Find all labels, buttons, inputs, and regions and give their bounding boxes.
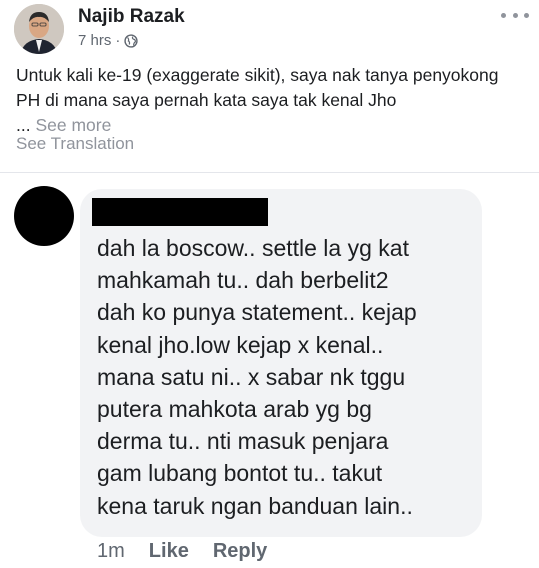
redacted-commenter-name [92,198,268,226]
like-button[interactable]: Like [149,540,189,563]
author-avatar[interactable] [14,4,64,54]
see-more-link[interactable]: See more [35,115,111,135]
post-text: Untuk kali ke-19 (exaggerate sikit), say… [16,63,526,138]
comment-text: dah la boscow.. settle la yg kat mahkama… [97,235,417,519]
author-name[interactable]: Najib Razak [78,6,185,28]
more-options-icon[interactable] [501,8,529,22]
post-meta: 7 hrs · [78,32,139,49]
reply-button[interactable]: Reply [213,540,267,563]
comment-time[interactable]: 1m [97,540,125,563]
divider [0,172,539,173]
comment-actions: 1m Like Reply [97,540,267,563]
see-translation-link[interactable]: See Translation [16,134,134,154]
post-header: Najib Razak 7 hrs · [0,0,539,60]
post-ellipsis: ... [16,115,31,135]
post-time[interactable]: 7 hrs [78,32,111,49]
commenter-avatar[interactable] [14,186,74,246]
globe-icon [124,33,139,48]
post-message: Untuk kali ke-19 (exaggerate sikit), say… [16,65,499,110]
meta-separator: · [115,32,121,49]
